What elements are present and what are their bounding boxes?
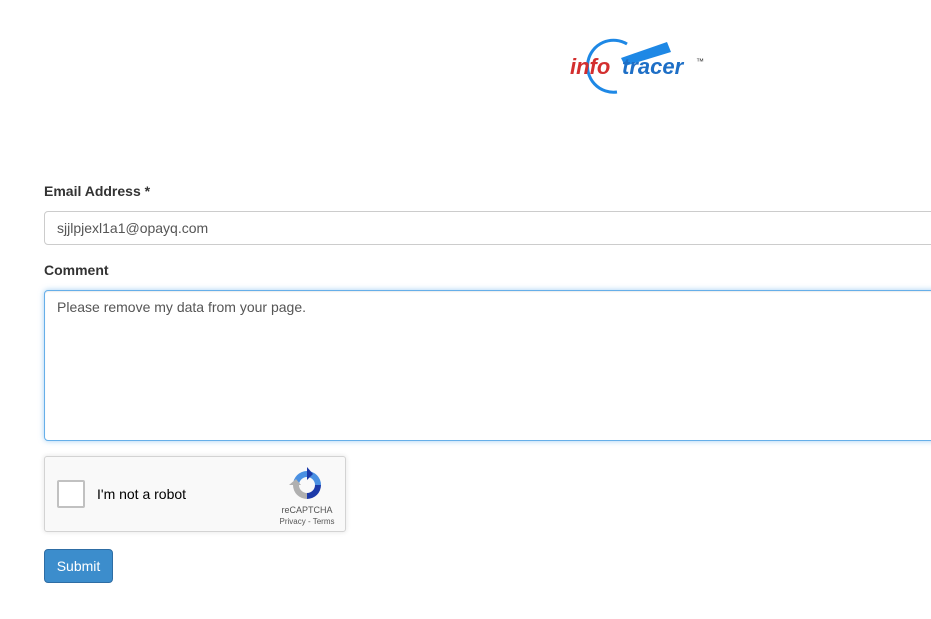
infotracer-logo: info tracer ™ (565, 36, 715, 96)
submit-button[interactable]: Submit (44, 549, 113, 583)
logo-trademark: ™ (696, 57, 704, 66)
recaptcha-label: I'm not a robot (97, 486, 187, 502)
recaptcha-terms-link[interactable]: Terms (313, 517, 335, 526)
recaptcha-brand: reCAPTCHA (281, 505, 333, 515)
recaptcha-widget: I'm not a robot reCAPTCHA Privacy - Term… (44, 456, 346, 532)
comment-label: Comment (44, 262, 109, 278)
recaptcha-checkbox[interactable] (57, 480, 85, 508)
recaptcha-privacy-link[interactable]: Privacy (280, 517, 306, 526)
recaptcha-icon (289, 467, 321, 499)
logo-graphic: info tracer ™ (570, 38, 704, 94)
recaptcha-links-separator: - (305, 517, 313, 526)
contact-form-page: info tracer ™ Email Address * Comment Pl… (0, 0, 931, 619)
email-label: Email Address * (44, 183, 151, 199)
comment-textarea[interactable]: Please remove my data from your page. (44, 290, 931, 441)
recaptcha-links: Privacy - Terms (271, 517, 343, 526)
logo-text-tracer: tracer (622, 54, 685, 79)
email-field[interactable] (44, 211, 931, 245)
logo-text-info: info (570, 54, 610, 79)
